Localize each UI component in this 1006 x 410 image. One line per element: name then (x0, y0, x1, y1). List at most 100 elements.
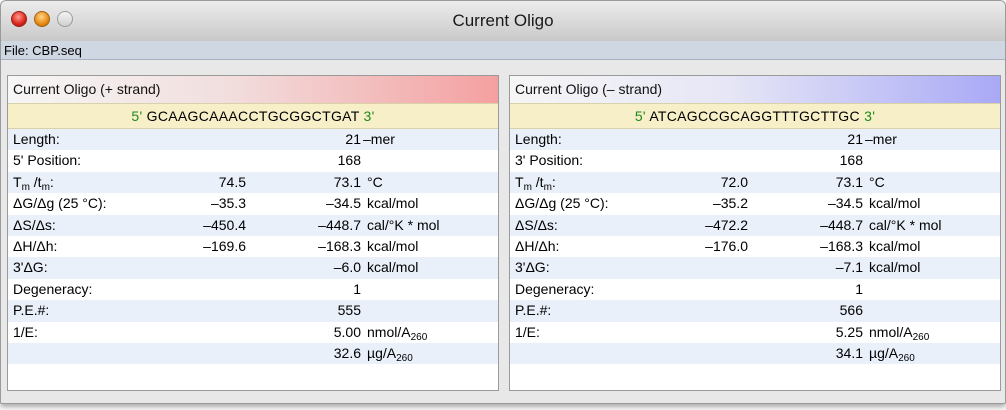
mass-row: 34.1 µg/A260 (510, 342, 1000, 365)
dg3-value: –7.1 (835, 259, 863, 276)
length-label: Length: (515, 131, 562, 147)
dg3-unit: kcal/mol (869, 259, 921, 276)
tm-value-2: 73.1 (835, 173, 863, 190)
dg-row: ΔG/Δg (25 °C): –35.3 –34.5 kcal/mol (8, 193, 498, 214)
tm-value-2: 73.1 (333, 173, 361, 190)
dg-label: ΔG/Δg (25 °C): (13, 195, 107, 212)
tm-row: Tm /tm: 72.0 73.1 °C (510, 171, 1000, 194)
tm-unit: °C (869, 173, 885, 190)
mass-unit: µg/A260 (367, 344, 413, 364)
dh-value-1: –176.0 (705, 237, 748, 254)
oligo-window: Current Oligo File: CBP.seq Current Olig… (0, 0, 1006, 404)
dg3-label: 3'ΔG: (13, 259, 48, 276)
extinction-unit: nmol/A260 (869, 323, 930, 343)
minus-strand-panel: Current Oligo (– strand) 5' ATCAGCCGCAGG… (509, 75, 1001, 391)
ds-label: ΔS/Δs: (13, 216, 56, 233)
dg3-label: 3'ΔG: (515, 259, 550, 276)
tm-label: Tm /tm: (515, 173, 556, 193)
seq-5prime-label: 5' (131, 108, 143, 124)
degeneracy-value: 1 (855, 280, 863, 297)
ds-value-2: –448.7 (820, 216, 863, 233)
length-row: Length: 21 –mer (510, 129, 1000, 151)
mass-value: 34.1 (835, 344, 863, 361)
length-unit: –mer (363, 131, 395, 147)
mass-row: 32.6 µg/A260 (8, 342, 498, 365)
dh-unit: kcal/mol (869, 237, 921, 254)
pe-row: P.E.#: 566 (510, 300, 1000, 322)
position-label: 3' Position: (515, 152, 584, 169)
ds-value-1: –450.4 (203, 216, 246, 233)
position-row: 3' Position: 168 (510, 150, 1000, 171)
dg-value-1: –35.2 (712, 195, 748, 212)
mass-unit: µg/A260 (869, 344, 915, 364)
tm-row: Tm /tm: 74.5 73.1 °C (8, 171, 498, 194)
minus-strand-header: Current Oligo (– strand) (510, 76, 1000, 103)
degeneracy-label: Degeneracy: (13, 280, 93, 297)
extinction-row: 1/E: 5.00 nmol/A260 (8, 322, 498, 343)
position-label: 5' Position: (13, 152, 82, 169)
sequence-text: ATCAGCCGCAGGTTTGCTTGC (649, 108, 860, 124)
dh-value-2: –168.3 (318, 237, 361, 254)
dg-unit: kcal/mol (869, 195, 921, 212)
dg-row: ΔG/Δg (25 °C): –35.2 –34.5 kcal/mol (510, 193, 1000, 214)
ds-row: ΔS/Δs: –472.2 –448.7 cal/°K * mol (510, 214, 1000, 236)
extinction-unit: nmol/A260 (367, 323, 428, 343)
mass-value: 32.6 (333, 344, 361, 361)
dh-value-2: –168.3 (820, 237, 863, 254)
seq-3prime-label: 3' (864, 108, 876, 124)
extinction-label: 1/E: (515, 323, 540, 340)
extinction-row: 1/E: 5.25 nmol/A260 (510, 322, 1000, 343)
pe-value: 555 (337, 302, 361, 319)
plus-strand-sequence[interactable]: 5' GCAAGCAAACCTGCGGCTGAT 3' (8, 103, 498, 129)
ds-unit: cal/°K * mol (367, 216, 440, 233)
length-value: 21 (847, 131, 863, 147)
tm-value-1: 74.5 (218, 173, 246, 190)
plus-strand-header: Current Oligo (+ strand) (8, 76, 498, 103)
tm-value-1: 72.0 (720, 173, 748, 190)
dg3-row: 3'ΔG: –6.0 kcal/mol (8, 257, 498, 279)
extinction-value: 5.00 (333, 323, 361, 340)
dg3-value: –6.0 (333, 259, 361, 276)
tm-label: Tm /tm: (13, 173, 54, 193)
dh-value-1: –169.6 (203, 237, 246, 254)
dg-value-1: –35.3 (210, 195, 246, 212)
dh-label: ΔH/Δh: (515, 237, 560, 254)
position-value: 168 (337, 152, 361, 169)
title-bar[interactable]: Current Oligo (1, 1, 1005, 42)
pe-label: P.E.#: (13, 302, 50, 319)
ds-unit: cal/°K * mol (869, 216, 942, 233)
position-value: 168 (839, 152, 863, 169)
window-title: Current Oligo (452, 11, 554, 30)
dh-label: ΔH/Δh: (13, 237, 58, 254)
ds-row: ΔS/Δs: –450.4 –448.7 cal/°K * mol (8, 214, 498, 236)
ds-value-2: –448.7 (318, 216, 361, 233)
pe-value: 566 (839, 302, 863, 319)
dh-row: ΔH/Δh: –176.0 –168.3 kcal/mol (510, 236, 1000, 257)
dg3-unit: kcal/mol (367, 259, 419, 276)
degeneracy-label: Degeneracy: (515, 280, 595, 297)
length-unit: –mer (865, 131, 897, 147)
dg-label: ΔG/Δg (25 °C): (515, 195, 609, 212)
pe-label: P.E.#: (515, 302, 552, 319)
length-value: 21 (345, 131, 361, 147)
ds-value-1: –472.2 (705, 216, 748, 233)
dg-value-2: –34.5 (827, 195, 863, 212)
extinction-value: 5.25 (835, 323, 863, 340)
degeneracy-row: Degeneracy: 1 (8, 279, 498, 300)
dh-row: ΔH/Δh: –169.6 –168.3 kcal/mol (8, 236, 498, 257)
seq-3prime-label: 3' (363, 108, 375, 124)
plus-strand-panel: Current Oligo (+ strand) 5' GCAAGCAAACCT… (7, 75, 499, 391)
degeneracy-value: 1 (353, 280, 361, 297)
dg-value-2: –34.5 (325, 195, 361, 212)
position-row: 5' Position: 168 (8, 150, 498, 171)
length-label: Length: (13, 131, 60, 147)
tm-unit: °C (367, 173, 383, 190)
length-row: Length: 21 –mer (8, 129, 498, 151)
degeneracy-row: Degeneracy: 1 (510, 279, 1000, 300)
dg3-row: 3'ΔG: –7.1 kcal/mol (510, 257, 1000, 279)
file-label: File: CBP.seq (1, 41, 1005, 60)
minus-strand-sequence[interactable]: 5' ATCAGCCGCAGGTTTGCTTGC 3' (510, 103, 1000, 129)
sequence-text: GCAAGCAAACCTGCGGCTGAT (146, 108, 360, 124)
dh-unit: kcal/mol (367, 237, 419, 254)
pe-row: P.E.#: 555 (8, 300, 498, 322)
